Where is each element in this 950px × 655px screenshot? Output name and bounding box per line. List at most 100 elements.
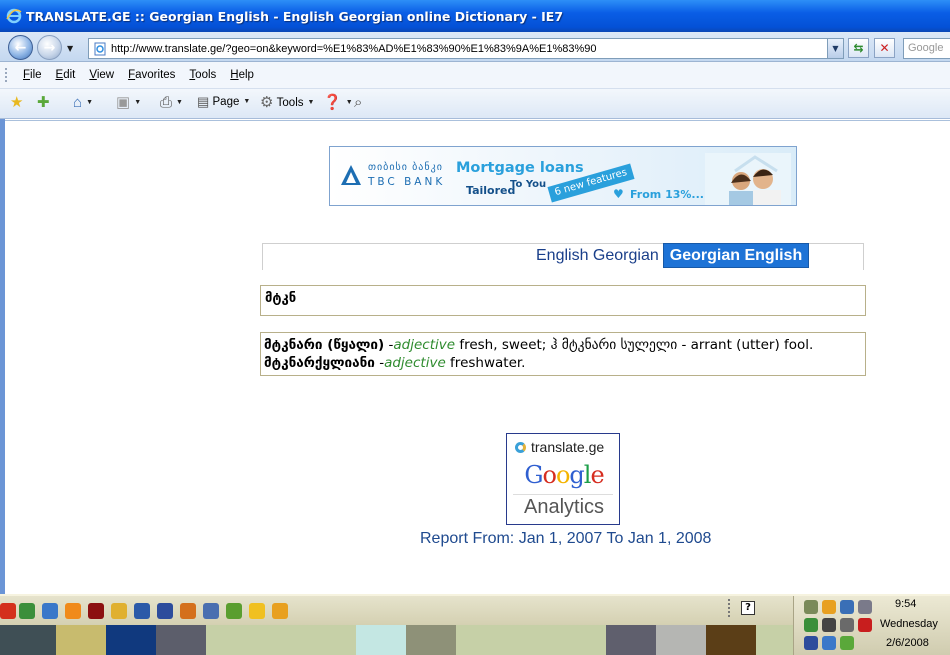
app-icon[interactable]	[0, 603, 16, 619]
tab-georgian-english[interactable]: Georgian English	[663, 243, 809, 268]
tray-icon[interactable]	[840, 636, 854, 650]
app-icon[interactable]	[42, 603, 58, 619]
bank-name: TBC BANK	[368, 176, 446, 188]
app-icon[interactable]	[111, 603, 127, 619]
internet-explorer-icon	[6, 8, 22, 24]
clock-time[interactable]: 9:54	[895, 598, 916, 610]
save-icon[interactable]	[157, 603, 173, 619]
page-icon: ▤	[197, 94, 210, 109]
menu-file[interactable]: File	[23, 69, 42, 81]
taskbar-window-button[interactable]	[56, 625, 106, 655]
address-bar[interactable]: http://www.translate.ge/?geo=on&keyword=…	[88, 38, 844, 59]
home-button[interactable]: ⌂ ▼	[73, 95, 93, 110]
feeds-button[interactable]: ▣ ▼	[116, 95, 141, 110]
analytics-label: Analytics	[523, 496, 605, 518]
tray-icon[interactable]	[804, 600, 818, 614]
command-bar: ★ ✚ ⌂ ▼ ▣ ▼ ⎙ ▼ ▤ Page ▼ ⚙ Tools ▼ ❓ ▼ ⌕	[0, 89, 950, 119]
taskbar-window-button[interactable]	[456, 625, 606, 655]
badge-divider	[513, 494, 613, 495]
url-text[interactable]: http://www.translate.ge/?geo=on&keyword=…	[111, 43, 827, 55]
result-part-of-speech: adjective	[393, 337, 456, 353]
research-button[interactable]: ⌕	[354, 95, 362, 110]
taskbar-window-button[interactable]	[406, 625, 456, 655]
tray-icon[interactable]	[822, 636, 836, 650]
tray-icon[interactable]	[822, 600, 836, 614]
taskbar-window-button[interactable]	[756, 625, 793, 655]
clock-day[interactable]: Wednesday	[880, 618, 938, 630]
taskbar-window-button[interactable]	[106, 625, 156, 655]
heart-icon: ♥	[613, 187, 624, 201]
app-icon[interactable]	[249, 603, 265, 619]
taskbar-window-button[interactable]	[0, 625, 56, 655]
speaker-icon[interactable]	[840, 618, 854, 632]
tray-icon[interactable]	[858, 618, 872, 632]
app-icon[interactable]	[203, 603, 219, 619]
print-button[interactable]: ⎙ ▼	[160, 95, 183, 110]
add-favorite-button[interactable]: ✚	[37, 95, 50, 110]
result-term: მტკნარი (წყალი)	[264, 337, 385, 353]
banner-headline: Mortgage loans	[456, 160, 584, 176]
taskbar-window-button[interactable]	[356, 625, 406, 655]
tray-icon[interactable]	[840, 600, 854, 614]
help-icon[interactable]: ?	[741, 601, 755, 615]
chevron-down-icon: ▼	[176, 99, 183, 106]
tbc-logo-icon	[341, 165, 361, 185]
vlc-icon[interactable]	[65, 603, 81, 619]
menu-edit[interactable]: Edit	[56, 69, 76, 81]
app-icon[interactable]	[19, 603, 35, 619]
tray-icon[interactable]	[804, 636, 818, 650]
translation-results: მტკნარი (წყალი) -adjective fresh, sweet;…	[260, 332, 866, 376]
menu-favorites[interactable]: Favorites	[128, 69, 175, 81]
tbc-bank-banner-ad[interactable]: თიბისი ბანკი TBC BANK Mortgage loans Tai…	[329, 146, 797, 206]
search-input[interactable]: Google	[903, 38, 950, 59]
menu-tools[interactable]: Tools	[189, 69, 216, 81]
forward-button[interactable]: →	[37, 35, 62, 60]
rss-icon: ▣	[116, 94, 131, 111]
chevron-down-icon: ▼	[307, 99, 315, 106]
result-separator: -	[374, 355, 385, 371]
word-icon[interactable]	[134, 603, 150, 619]
result-entry: მტკნარქყლიანი -adjective freshwater.	[264, 354, 865, 372]
menu-help[interactable]: Help	[230, 69, 254, 81]
clock-date[interactable]: 2/6/2008	[886, 637, 929, 649]
tab-english-georgian[interactable]: English Georgian	[536, 247, 659, 265]
result-entry: მტკნარი (წყალი) -adjective fresh, sweet;…	[264, 336, 865, 354]
app-icon[interactable]	[226, 603, 242, 619]
address-dropdown-icon[interactable]: ▼	[827, 39, 843, 58]
app-icon[interactable]	[272, 603, 288, 619]
analytics-report-link[interactable]: Report From: Jan 1, 2007 To Jan 1, 2008	[420, 530, 711, 548]
taskbar-grip	[728, 599, 731, 617]
taskbar-window-button[interactable]	[656, 625, 706, 655]
history-dropdown-icon[interactable]: ▼	[67, 44, 73, 53]
google-analytics-badge[interactable]: translate.ge Google Analytics	[506, 433, 620, 525]
bank-name-georgian: თიბისი ბანკი	[368, 162, 443, 173]
refresh-button[interactable]: ⇆	[848, 38, 869, 58]
stop-icon: ✕	[879, 41, 890, 55]
help-button[interactable]: ❓ ▼	[323, 95, 353, 110]
menu-view[interactable]: View	[89, 69, 114, 81]
taskbar-window-button[interactable]	[706, 625, 756, 655]
result-part-of-speech: adjective	[384, 355, 446, 371]
app-icon[interactable]	[180, 603, 196, 619]
back-button[interactable]: ←	[8, 35, 33, 60]
tray-icon[interactable]	[822, 618, 836, 632]
keyword-input[interactable]: მტკნ	[260, 285, 866, 316]
chevron-down-icon: ▼	[86, 99, 93, 106]
app-icon[interactable]	[88, 603, 104, 619]
analytics-site-name: translate.ge	[531, 439, 605, 455]
tools-menu-button[interactable]: ⚙ Tools ▼	[260, 95, 314, 110]
taskbar-window-button[interactable]	[606, 625, 656, 655]
stop-button[interactable]: ✕	[874, 38, 895, 58]
window-title-bar: TRANSLATE.GE :: Georgian English - Engli…	[0, 0, 950, 32]
page-menu-button[interactable]: ▤ Page ▼	[197, 95, 250, 108]
forward-arrow-icon: →	[43, 39, 56, 56]
printer-icon: ⎙	[160, 94, 173, 111]
banner-to-you: To You	[510, 179, 547, 190]
tray-icon[interactable]	[804, 618, 818, 632]
gear-icon: ⚙	[260, 94, 274, 111]
taskbar-window-button[interactable]	[206, 625, 356, 655]
tray-icon[interactable]	[858, 600, 872, 614]
quick-launch-bar	[0, 596, 793, 627]
taskbar-window-button[interactable]	[156, 625, 206, 655]
favorites-center-button[interactable]: ★	[10, 95, 23, 110]
